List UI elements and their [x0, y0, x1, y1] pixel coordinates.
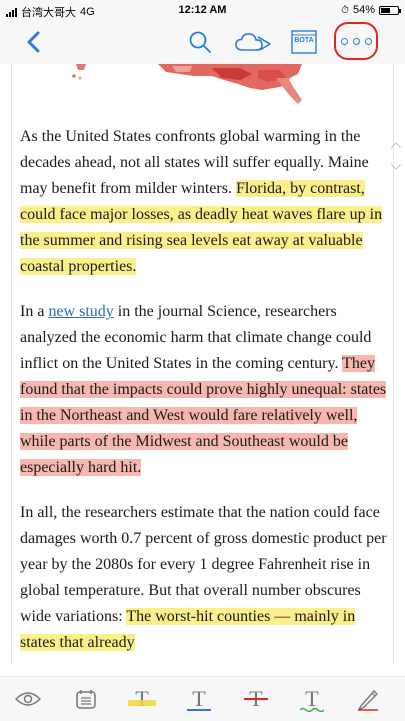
highlight-text-button[interactable]: T	[128, 685, 156, 713]
annotation-toolbar: T T T T	[0, 676, 405, 721]
battery-percent: 54%	[352, 4, 375, 16]
article-paragraph: In a new study in the journal Science, r…	[20, 299, 388, 481]
underline-color-bar	[187, 709, 211, 711]
strikethrough-text-button[interactable]: T	[242, 685, 270, 713]
scroll-up-chevron-icon[interactable]	[390, 136, 402, 154]
paragraph-text: In all, the researchers estimate that th…	[20, 504, 387, 625]
more-options-button[interactable]	[334, 22, 378, 60]
search-icon	[189, 31, 211, 53]
highlight-color-swatch	[128, 700, 156, 706]
right-margin-line	[393, 64, 394, 664]
bookmarks-button[interactable]: BOTA	[290, 28, 318, 56]
pencil-icon	[358, 690, 378, 711]
status-bar: 台湾大哥大 4G 12:12 AM ⏱ 54%	[0, 0, 405, 20]
chevron-left-icon	[27, 31, 40, 53]
more-dots-icon	[340, 37, 372, 45]
squiggly-line	[300, 707, 324, 712]
alarm-icon: ⏱	[341, 4, 349, 16]
battery-icon	[379, 5, 401, 15]
squiggly-text-button[interactable]: T	[298, 685, 326, 713]
strikethrough-color-bar	[244, 698, 268, 700]
left-margin-line	[11, 64, 12, 664]
view-mode-button[interactable]	[14, 685, 42, 713]
cloud-icon	[235, 33, 271, 51]
red-highlight[interactable]: They found that the impacts could prove …	[20, 355, 387, 476]
notes-button[interactable]	[72, 685, 100, 713]
us-map-fragment	[72, 64, 302, 104]
underline-text-button[interactable]: T	[185, 685, 213, 713]
scroll-down-chevron-icon[interactable]	[390, 158, 402, 176]
article-paragraph: In all, the researchers estimate that th…	[20, 500, 388, 656]
pencil-draw-button[interactable]	[354, 685, 382, 713]
notes-icon	[76, 690, 96, 709]
bookmarks-label: BOTA	[294, 37, 314, 44]
article-paragraph: As the United States confronts global wa…	[20, 124, 388, 280]
paragraph-text: In a	[20, 303, 49, 320]
eye-icon	[15, 692, 41, 706]
new-study-link[interactable]: new study	[48, 303, 113, 320]
article-body: As the United States confronts global wa…	[20, 124, 388, 675]
search-button[interactable]	[186, 28, 214, 56]
underline-text-icon: T	[192, 686, 206, 711]
back-button[interactable]	[20, 28, 48, 56]
map-image-fragment	[62, 64, 322, 104]
highlight-text-icon: T	[135, 686, 149, 711]
status-right: ⏱ 54%	[341, 4, 401, 16]
cloud-sync-button[interactable]	[233, 28, 273, 56]
reader-toolbar: BOTA	[0, 20, 405, 64]
